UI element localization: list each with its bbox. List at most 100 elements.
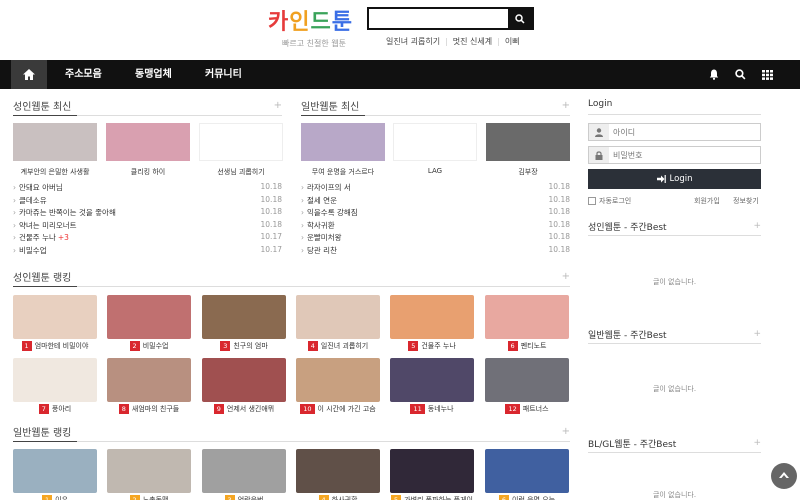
list-item[interactable]: › 약녀는 미리오너트 10.18 (13, 220, 282, 233)
cover-caption[interactable]: 선생님 괴롭히기 (199, 167, 283, 177)
cover-thumbnail[interactable] (301, 123, 385, 161)
ranking-caption[interactable]: 7 풍아리 (13, 404, 97, 414)
list-item-title[interactable]: 학사귀환 (307, 221, 335, 230)
ranking-caption[interactable]: 12 패트너스 (485, 404, 569, 414)
find-info-link[interactable]: 정보찾기 (733, 196, 759, 206)
ranking-cover[interactable] (13, 358, 97, 402)
ranking-title[interactable]: 풍아리 (52, 405, 71, 413)
list-item[interactable]: › 학사귀환 10.18 (301, 220, 570, 233)
ranking-cover[interactable] (296, 295, 380, 339)
ranking-title[interactable]: 건물주 누나 (421, 342, 455, 350)
list-item-title[interactable]: 건물주 누나 (19, 233, 56, 242)
header-link[interactable]: 일진녀 괴롭히기 (386, 37, 440, 46)
cover-thumbnail[interactable] (486, 123, 570, 161)
more-icon[interactable]: + (274, 100, 282, 111)
weekly-best-general-title[interactable]: 일반웹툰 - 주간Best + (588, 328, 761, 344)
cover-thumbnail[interactable] (106, 123, 190, 161)
ranking-cover[interactable] (202, 295, 286, 339)
ranking-title[interactable]: 친구의 엄마 (233, 342, 267, 350)
list-item-title[interactable]: 안돼요 아버님 (19, 183, 63, 192)
ranking-cover[interactable] (202, 449, 286, 493)
cover-caption[interactable]: LAG (393, 167, 477, 175)
scroll-top-button[interactable] (771, 463, 797, 489)
ranking-title[interactable]: 새엄마의 친구들 (132, 405, 179, 413)
list-item-title[interactable]: 라자이프의 서 (307, 183, 351, 192)
list-item-title[interactable]: 운빨미처왕 (307, 233, 342, 242)
header-link[interactable]: 멋진 신세계 (453, 37, 492, 46)
more-icon[interactable]: + (753, 221, 761, 231)
ranking-caption[interactable]: 6 이런 운명 오는 (485, 495, 569, 500)
ranking-caption[interactable]: 8 새엄마의 친구들 (107, 404, 191, 414)
ranking-cover[interactable] (485, 358, 569, 402)
ranking-title[interactable]: 하사귀환 (332, 496, 358, 500)
search-button[interactable] (508, 9, 532, 28)
ranking-cover[interactable] (13, 295, 97, 339)
ranking-caption[interactable]: 2 노총동맹 (107, 495, 191, 500)
list-item-title[interactable]: 절세 연운 (307, 196, 337, 205)
list-item[interactable]: › 라자이프의 서 10.18 (301, 182, 570, 195)
search-input[interactable] (369, 9, 510, 28)
ranking-cover[interactable] (390, 295, 474, 339)
list-item-title[interactable]: 비밀수업 (19, 246, 47, 255)
header-link[interactable]: 이삐 (505, 37, 520, 46)
cover-caption[interactable]: 클리킹 하이 (106, 167, 190, 177)
ranking-caption[interactable]: 3 언랑운번 (202, 495, 286, 500)
ranking-caption[interactable]: 6 펜티노트 (485, 341, 569, 351)
list-item-title[interactable]: 카마쥬는 반쪽이는 것을 좋아해 (19, 208, 116, 217)
notification-button[interactable] (704, 60, 724, 89)
ranking-title[interactable]: 엄마한테 비밀이야 (35, 342, 89, 350)
auto-login-checkbox[interactable] (588, 197, 596, 205)
ranking-title[interactable]: 패트너스 (523, 405, 549, 413)
ranking-cover[interactable] (296, 449, 380, 493)
ranking-cover[interactable] (296, 358, 380, 402)
auto-login[interactable]: 자동로그인 (588, 196, 631, 206)
list-item-title[interactable]: 약녀는 미리오너트 (19, 221, 77, 230)
menu-grid-button[interactable] (757, 60, 777, 89)
site-logo[interactable]: 카인드툰 (268, 4, 353, 36)
ranking-cover[interactable] (13, 449, 97, 493)
nav-item-partners[interactable]: 동맹업체 (135, 60, 172, 89)
ranking-title[interactable]: 이 시간에 가긴 고슴 (318, 405, 376, 413)
join-link[interactable]: 회원가입 (694, 196, 720, 206)
cover-thumbnail[interactable] (13, 123, 97, 161)
list-item[interactable]: › 절세 연운 10.18 (301, 195, 570, 208)
ranking-caption[interactable]: 4 하사귀환 (296, 495, 380, 500)
ranking-title[interactable]: 이우 (55, 496, 68, 500)
more-icon[interactable]: + (562, 100, 570, 111)
list-item[interactable]: › 안돼요 아버님 10.18 (13, 182, 282, 195)
ranking-caption[interactable]: 11 동네누나 (390, 404, 474, 414)
ranking-caption[interactable]: 9 언제서 생긴애뮈 (202, 404, 286, 414)
nav-search-button[interactable] (730, 60, 750, 89)
ranking-cover[interactable] (390, 358, 474, 402)
weekly-best-blgl-title[interactable]: BL/GL웹툰 - 주간Best + (588, 437, 761, 453)
cover-caption[interactable]: 김부장 (486, 167, 570, 177)
section-title-adult-latest[interactable]: 성인웹툰 최신 + (13, 98, 282, 116)
ranking-caption[interactable]: 1 이우 (13, 495, 97, 500)
list-item[interactable]: › 건물주 누나 +3 10.17 (13, 232, 282, 245)
ranking-caption[interactable]: 3 친구의 엄마 (202, 341, 286, 351)
ranking-title[interactable]: 비밀수업 (143, 342, 169, 350)
ranking-caption[interactable]: 1 엄마한테 비밀이야 (13, 341, 97, 351)
ranking-title[interactable]: 동네누나 (428, 405, 454, 413)
ranking-caption[interactable]: 5 가벼리 폭파하는 풍게이 (390, 495, 474, 500)
nav-item-community[interactable]: 커뮤니티 (205, 60, 242, 89)
ranking-title[interactable]: 가벼리 폭파하는 풍게이 (404, 496, 473, 500)
ranking-caption[interactable]: 2 비밀수업 (107, 341, 191, 351)
ranking-title[interactable]: 언랑운번 (238, 496, 264, 500)
cover-caption[interactable]: 무여 운명을 거스르다 (301, 167, 385, 177)
more-icon[interactable]: + (562, 271, 570, 282)
section-title-general-ranking[interactable]: 일반웹툰 랭킹 + (13, 424, 570, 442)
list-item[interactable]: › 카마쥬는 반쪽이는 것을 좋아해 10.18 (13, 207, 282, 220)
section-title-adult-ranking[interactable]: 성인웹툰 랭킹 + (13, 269, 570, 287)
more-icon[interactable]: + (562, 426, 570, 437)
ranking-caption[interactable]: 10 이 시간에 가긴 고슴 (296, 404, 380, 414)
list-item[interactable]: › 운빨미처왕 10.18 (301, 232, 570, 245)
ranking-caption[interactable]: 4 일진녀 괴롭히기 (296, 341, 380, 351)
ranking-cover[interactable] (202, 358, 286, 402)
ranking-cover[interactable] (107, 295, 191, 339)
list-item[interactable]: › 비밀수업 10.17 (13, 245, 282, 258)
ranking-cover[interactable] (485, 295, 569, 339)
list-item[interactable]: › 클데소유 10.18 (13, 195, 282, 208)
login-button[interactable]: Login (588, 169, 761, 189)
ranking-title[interactable]: 언제서 생긴애뮈 (227, 405, 274, 413)
